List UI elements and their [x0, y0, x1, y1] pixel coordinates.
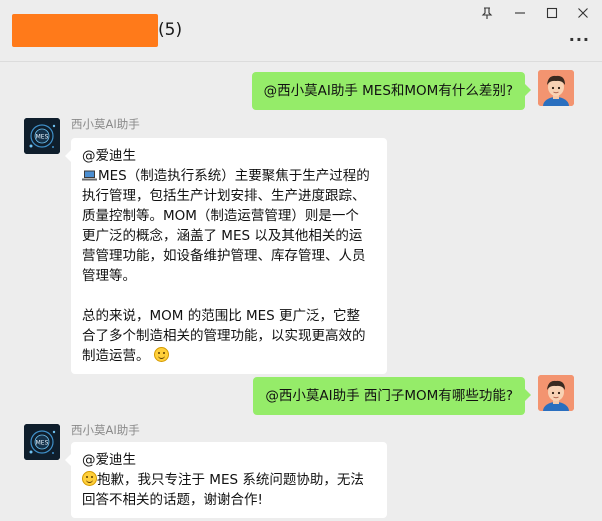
message-line: 总的来说，MOM 的范围比 MES 更广泛，它整: [82, 308, 361, 324]
message-line-text: 制造运营。: [82, 348, 150, 364]
smile-emoji-icon: [153, 347, 169, 362]
message-line-text: MES（制造执行系统）主要聚焦于生产过程的: [98, 168, 370, 184]
message-line: 执行管理，包括生产计划安排、生产进度跟踪、: [82, 188, 366, 204]
maximize-icon[interactable]: [541, 4, 563, 22]
ai-assistant-avatar[interactable]: MES: [24, 118, 60, 154]
incoming-message-bubble[interactable]: @爱迪生 MES（制造执行系统）主要聚焦于生产过程的 执行管理，包括生产计划安排…: [65, 138, 387, 374]
message-line: 管理等。: [82, 268, 136, 284]
pin-icon[interactable]: [476, 4, 498, 22]
smile-emoji-icon: [82, 471, 97, 486]
ai-avatar-logo-text: MES: [36, 440, 49, 447]
ai-assistant-avatar[interactable]: MES: [24, 424, 60, 460]
ai-avatar-logo-text: MES: [36, 134, 49, 141]
outgoing-message-bubble[interactable]: @西小莫AI助手 西门子MOM有哪些功能?: [253, 377, 531, 415]
message-line: @爱迪生: [82, 148, 136, 164]
message-line: 质量控制等。MOM（制造运营管理）则是一个: [82, 208, 359, 224]
message-line-text: 抱歉，我只专注于 MES 系统问题协助，无法: [97, 472, 364, 488]
close-icon[interactable]: [572, 4, 594, 22]
user-avatar[interactable]: [538, 70, 574, 106]
message-line: MES（制造执行系统）主要聚焦于生产过程的: [82, 166, 376, 186]
message-line: 制造运营。: [82, 346, 376, 366]
user-avatar[interactable]: [538, 375, 574, 411]
sender-name: 西小莫AI助手: [71, 423, 140, 437]
message-line: @爱迪生: [82, 452, 136, 468]
sender-name: 西小莫AI助手: [71, 117, 140, 131]
message-line: 回答不相关的话题，谢谢合作!: [82, 492, 263, 508]
message-text: @西小莫AI助手 MES和MOM有什么差别?: [263, 83, 513, 99]
minimize-icon[interactable]: [509, 4, 531, 22]
redacted-chat-name: [12, 14, 158, 47]
more-icon[interactable]: ···: [569, 30, 590, 49]
message-line: 更广泛的概念，涵盖了 MES 以及其他相关的运: [82, 228, 363, 244]
message-line: 抱歉，我只专注于 MES 系统问题协助，无法: [82, 470, 376, 490]
message-line: 营管理功能，如设备维护管理、库存管理、人员: [82, 248, 366, 264]
message-line: 合了多个制造相关的管理功能，以实现更高效的: [82, 328, 366, 344]
chat-message-list[interactable]: @西小莫AI助手 MES和MOM有什么差别? MES 西小莫AI助手 @爱迪生 …: [0, 62, 602, 521]
member-count: (5): [158, 20, 183, 40]
message-text: @西小莫AI助手 西门子MOM有哪些功能?: [265, 388, 513, 404]
paragraph-break: [82, 286, 376, 306]
chat-header: (5) ···: [0, 0, 602, 62]
outgoing-message-bubble[interactable]: @西小莫AI助手 MES和MOM有什么差别?: [251, 72, 532, 110]
laptop-icon: [82, 170, 97, 181]
incoming-message-bubble[interactable]: @爱迪生 抱歉，我只专注于 MES 系统问题协助，无法 回答不相关的话题，谢谢合…: [65, 442, 387, 518]
